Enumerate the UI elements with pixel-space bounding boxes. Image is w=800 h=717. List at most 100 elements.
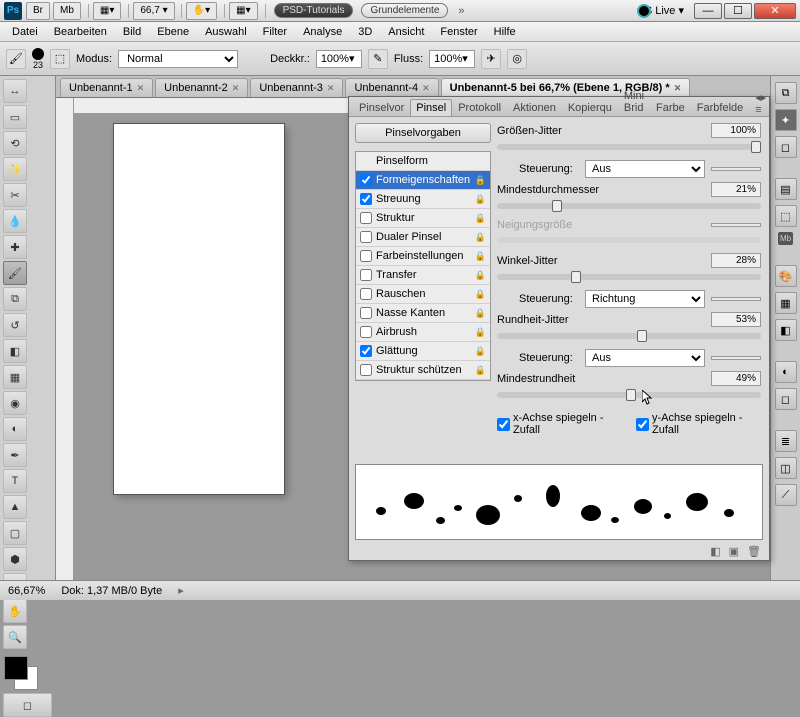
panel-icon[interactable]: Mb xyxy=(778,232,793,245)
tool-preset-icon[interactable]: 🖌 xyxy=(6,49,26,69)
min-round-value[interactable]: 49% xyxy=(711,371,761,386)
menu-bild[interactable]: Bild xyxy=(115,26,149,38)
lasso-tool[interactable]: ⟲ xyxy=(3,131,27,155)
blend-mode-select[interactable]: Normal xyxy=(118,50,238,68)
lock-icon[interactable]: 🔒 xyxy=(475,175,486,186)
brush-option-formeigenschaften[interactable]: Formeigenschaften🔒 xyxy=(356,171,490,190)
brush-preview-icon[interactable] xyxy=(32,48,44,60)
round-jitter-value[interactable]: 53% xyxy=(711,312,761,327)
option-checkbox[interactable] xyxy=(360,326,372,338)
menu-3d[interactable]: 3D xyxy=(350,26,380,38)
option-checkbox[interactable] xyxy=(360,345,372,357)
round-jitter-slider[interactable] xyxy=(497,333,761,339)
zoom-tool[interactable]: 🔍 xyxy=(3,625,27,649)
control3-select[interactable]: Aus xyxy=(585,349,705,367)
option-checkbox[interactable] xyxy=(360,250,372,262)
option-checkbox[interactable] xyxy=(360,193,372,205)
screen-mode-button[interactable]: ▦▾ xyxy=(93,2,121,20)
brush-option-dualer-pinsel[interactable]: Dualer Pinsel🔒 xyxy=(356,228,490,247)
option-checkbox[interactable] xyxy=(360,231,372,243)
doc-tab-3[interactable]: Unbenannt-3✕ xyxy=(250,78,343,97)
angle-jitter-value[interactable]: 28% xyxy=(711,253,761,268)
menu-analyse[interactable]: Analyse xyxy=(295,26,350,38)
type-tool[interactable]: T xyxy=(3,469,27,493)
min-diameter-slider[interactable] xyxy=(497,203,761,209)
doc-tab-1[interactable]: Unbenannt-1✕ xyxy=(60,78,153,97)
airbrush-icon[interactable]: ✈ xyxy=(481,49,501,69)
lock-icon[interactable]: 🔒 xyxy=(475,251,486,262)
brush-option-airbrush[interactable]: Airbrush🔒 xyxy=(356,323,490,342)
move-tool[interactable]: ↔ xyxy=(3,79,27,103)
control1-select[interactable]: Aus xyxy=(585,160,705,178)
arrange-button[interactable]: ✋▾ xyxy=(186,2,217,20)
tab-pinsel[interactable]: Pinsel xyxy=(410,99,452,116)
menu-fenster[interactable]: Fenster xyxy=(432,26,485,38)
lock-icon[interactable]: 🔒 xyxy=(475,327,486,338)
lock-icon[interactable]: 🔒 xyxy=(475,232,486,243)
styles-panel-icon[interactable]: ◧ xyxy=(775,319,797,341)
adjustments-panel-icon[interactable]: ◐ xyxy=(775,361,797,383)
brush-option-streuung[interactable]: Streuung🔒 xyxy=(356,190,490,209)
eraser-tool[interactable]: ◧ xyxy=(3,339,27,363)
panel-icon[interactable]: ⬚ xyxy=(775,205,797,227)
angle-jitter-slider[interactable] xyxy=(497,274,761,280)
brush-option-pinselform[interactable]: Pinselform xyxy=(356,152,490,171)
tab-farbfelder[interactable]: Farbfelde xyxy=(691,99,749,116)
layers-panel-icon[interactable]: ≣ xyxy=(775,430,797,452)
option-checkbox[interactable] xyxy=(360,364,372,376)
tab-pinselvorgaben[interactable]: Pinselvor xyxy=(353,99,410,116)
brush-presets-button[interactable]: Pinselvorgaben xyxy=(355,123,491,143)
minimize-button[interactable]: — xyxy=(694,3,722,19)
opacity-pressure-icon[interactable]: ✎ xyxy=(368,49,388,69)
panel-icon[interactable]: ◻ xyxy=(775,136,797,158)
trash-icon[interactable]: 🗑 xyxy=(747,545,761,558)
swatches-panel-icon[interactable]: ▦ xyxy=(775,292,797,314)
menu-datei[interactable]: Datei xyxy=(4,26,46,38)
option-checkbox[interactable] xyxy=(360,307,372,319)
min-diameter-value[interactable]: 21% xyxy=(711,182,761,197)
brush-option-nasse-kanten[interactable]: Nasse Kanten🔒 xyxy=(356,304,490,323)
history-brush-tool[interactable]: ↺ xyxy=(3,313,27,337)
stamp-tool[interactable]: ⧉ xyxy=(3,287,27,311)
cslive-button[interactable]: CS Live ▾ xyxy=(637,4,684,17)
control2-select[interactable]: Richtung xyxy=(585,290,705,308)
brush-panel-toggle-icon[interactable]: ⬚ xyxy=(50,49,70,69)
fg-color-swatch[interactable] xyxy=(4,656,28,680)
paths-panel-icon[interactable]: ⟋ xyxy=(775,484,797,506)
flip-y-checkbox[interactable]: y-Achse spiegeln - Zufall xyxy=(636,412,761,436)
masks-panel-icon[interactable]: ◻ xyxy=(775,388,797,410)
channels-panel-icon[interactable]: ◫ xyxy=(775,457,797,479)
status-doc-info[interactable]: Dok: 1,37 MB/0 Byte xyxy=(61,585,162,597)
close-icon[interactable]: ✕ xyxy=(674,83,682,94)
brush-option-rauschen[interactable]: Rauschen🔒 xyxy=(356,285,490,304)
extras-button[interactable]: ▦▾ xyxy=(229,2,257,20)
tablet-pressure-icon[interactable]: ◎ xyxy=(507,49,527,69)
wand-tool[interactable]: ✨ xyxy=(3,157,27,181)
flow-input[interactable]: 100% ▾ xyxy=(429,50,475,68)
close-icon[interactable]: ✕ xyxy=(422,83,430,94)
blur-tool[interactable]: ◉ xyxy=(3,391,27,415)
brush-option-struktur-schützen[interactable]: Struktur schützen🔒 xyxy=(356,361,490,380)
tab-minibridge[interactable]: Mini Brid xyxy=(618,87,650,116)
panel-icon[interactable]: ⧉ xyxy=(775,82,797,104)
dodge-tool[interactable]: ◐ xyxy=(3,417,27,441)
flip-x-checkbox[interactable]: x-Achse spiegeln - Zufall xyxy=(497,412,622,436)
brush-tool[interactable]: 🖌 xyxy=(3,261,27,285)
option-checkbox[interactable] xyxy=(360,288,372,300)
option-checkbox[interactable] xyxy=(360,212,372,224)
opacity-input[interactable]: 100% ▾ xyxy=(316,50,362,68)
tab-farbe[interactable]: Farbe xyxy=(650,99,691,116)
status-zoom[interactable]: 66,67% xyxy=(8,585,45,597)
doc-tab-2[interactable]: Unbenannt-2✕ xyxy=(155,78,248,97)
minibridge-button[interactable]: Mb xyxy=(53,2,81,20)
lock-icon[interactable]: 🔒 xyxy=(475,194,486,205)
eyedropper-tool[interactable]: 💧 xyxy=(3,209,27,233)
menu-filter[interactable]: Filter xyxy=(255,26,295,38)
brush-option-transfer[interactable]: Transfer🔒 xyxy=(356,266,490,285)
brush-option-glättung[interactable]: Glättung🔒 xyxy=(356,342,490,361)
menu-auswahl[interactable]: Auswahl xyxy=(197,26,255,38)
brush-option-struktur[interactable]: Struktur🔒 xyxy=(356,209,490,228)
option-checkbox[interactable] xyxy=(360,269,372,281)
lock-icon[interactable]: 🔒 xyxy=(475,346,486,357)
hand-tool[interactable]: ✋ xyxy=(3,599,27,623)
